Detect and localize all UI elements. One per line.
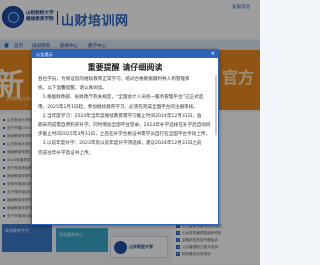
- modal-scrollbar[interactable]: [215, 75, 217, 135]
- notice-line: 各位学员，为保证您的继续教育正常学习，培训合格教据顺利导入到管理系: [38, 77, 190, 82]
- notice-line: 完成往年补学及证书上传。: [38, 150, 94, 156]
- notice-line: 期未完成需自费购买补学，同时增加全国平台登录。2024年补学选择在补学后自动同: [38, 123, 211, 129]
- notice-line: 3.以前年度补学：2023年及以前年度补学须选择，建议2024年12月31日之前: [38, 141, 202, 147]
- modal-heading: 重要提醒 请仔细阅读: [87, 63, 163, 72]
- notice-line: 用，2025年1月1日起，参加继续教育学习、必须先完成全国平台的注册审核。: [38, 104, 198, 110]
- notice-modal: 公告提示 ✕ 重要提醒 请仔细阅读 各位学员，为保证您的继续教育正常学习，培训合…: [31, 49, 219, 225]
- notice-line: 统，以下温馨提醒，请认真阅读。: [38, 86, 107, 92]
- close-icon[interactable]: ✕: [211, 51, 215, 57]
- notice-line: 1.根据财政部、省财政厅有关规定，“全国会计人员统一服务管理平台”已正式启: [38, 95, 204, 101]
- notice-line: 2.当年度学习：2024年当年度继续教育需学习截止时间2024年12月31日，逾: [38, 113, 202, 119]
- modal-titlebar: 公告提示 ✕: [32, 50, 218, 58]
- modal-body: 各位学员，为保证您的继续教育正常学习，培训合格教据顺利导入到管理系 统，以下温馨…: [38, 75, 214, 220]
- notice-line: 步截止时间2025年3月31日，之后在补学合格证书需学员自行在全国平台手动上传。: [38, 132, 211, 138]
- modal-titlebar-text: 公告提示: [36, 51, 53, 57]
